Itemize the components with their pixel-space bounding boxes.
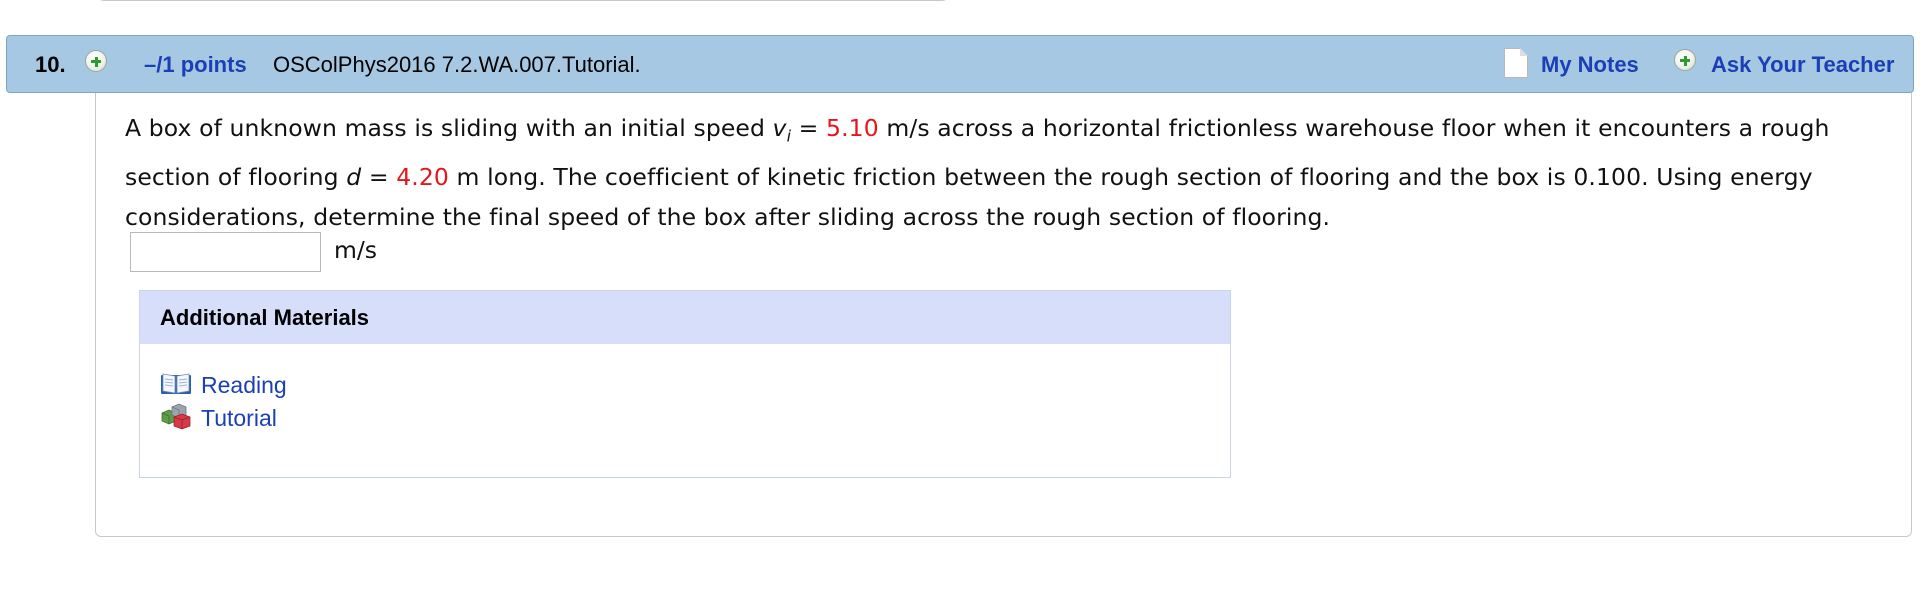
answer-unit-label: m/s — [334, 236, 378, 264]
plus-circle-icon[interactable] — [85, 50, 107, 72]
distance-value: 4.20 — [396, 162, 449, 191]
book-icon — [161, 373, 191, 394]
my-notes-link[interactable]: My Notes — [1541, 52, 1639, 78]
initial-speed-value: 5.10 — [826, 114, 879, 142]
equals-sign: = — [361, 162, 397, 191]
problem-text: A box of unknown mass is sliding with an… — [125, 108, 1905, 237]
additional-materials-title: Additional Materials — [160, 305, 370, 330]
reading-link-label: Reading — [201, 372, 287, 398]
additional-materials-header: Additional Materials — [140, 291, 1230, 344]
answer-input[interactable] — [130, 232, 321, 272]
previous-question-box — [96, 0, 950, 1]
question-reference: OSColPhys2016 7.2.WA.007.Tutorial. — [273, 52, 641, 77]
question-header: 10. –/1 points OSColPhys2016 7.2.WA.007.… — [6, 35, 1914, 93]
question-number: 10. — [35, 52, 66, 77]
equals-sign: = — [791, 114, 827, 142]
additional-materials-panel: Additional Materials Reading Tutorial — [139, 290, 1231, 478]
problem-text-part: A box of unknown mass is sliding with an… — [125, 114, 773, 142]
note-page-icon[interactable] — [1504, 48, 1528, 78]
distance-symbol: d — [346, 162, 362, 191]
plus-circle-icon[interactable] — [1674, 49, 1696, 71]
page: 10. –/1 points OSColPhys2016 7.2.WA.007.… — [0, 0, 1924, 600]
initial-speed-symbol: v — [772, 114, 787, 142]
ask-your-teacher-link[interactable]: Ask Your Teacher — [1711, 52, 1894, 78]
points-link[interactable]: –/1 points — [144, 52, 247, 78]
cubes-icon — [161, 403, 191, 430]
tutorial-link-label: Tutorial — [201, 405, 277, 431]
